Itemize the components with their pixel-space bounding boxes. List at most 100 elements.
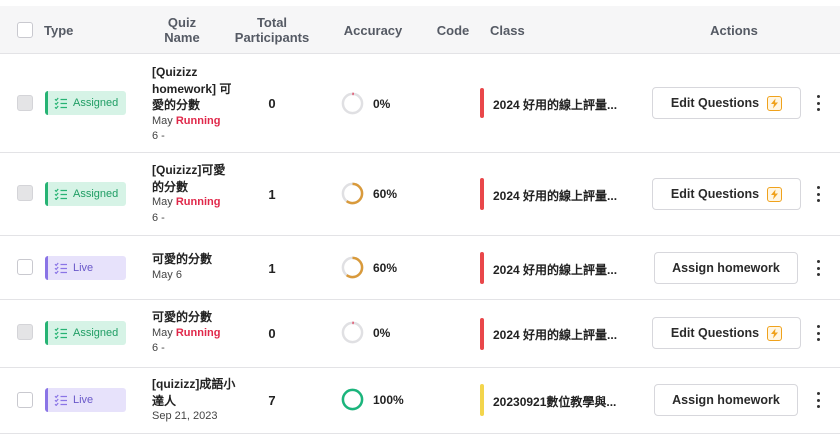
header-class[interactable]: Class bbox=[490, 6, 525, 54]
accuracy-ring-track bbox=[341, 321, 364, 344]
header-type[interactable]: Type bbox=[44, 6, 84, 54]
class-name[interactable]: 2024 好用的線上評量... bbox=[493, 326, 617, 343]
accuracy-ring-fill bbox=[341, 388, 364, 411]
accuracy-value: 0% bbox=[373, 326, 391, 340]
header-code[interactable]: Code bbox=[434, 6, 472, 54]
status-running: Running bbox=[175, 326, 221, 339]
header-quiz-name-line2: Name bbox=[164, 30, 200, 45]
header-accuracy[interactable]: Accuracy bbox=[340, 6, 406, 54]
quiz-name-cell[interactable]: 可愛的分數 May 6 bbox=[152, 251, 236, 283]
type-badge-live: Live bbox=[45, 256, 126, 280]
class-color-bar bbox=[480, 318, 484, 350]
quiz-meta: May Running bbox=[152, 326, 236, 342]
date-prefix: May bbox=[152, 114, 173, 127]
type-badge-assigned: Assigned bbox=[45, 91, 126, 115]
table-row[interactable]: Assigned [Quizizz]可愛的分數 May Running 6 - … bbox=[0, 153, 840, 236]
checklist-icon bbox=[54, 262, 68, 274]
row-checkbox[interactable] bbox=[17, 392, 33, 408]
checklist-icon bbox=[54, 394, 68, 406]
button-label: Edit Questions bbox=[670, 96, 760, 110]
assign-homework-button[interactable]: Assign homework bbox=[654, 384, 798, 416]
button-label: Edit Questions bbox=[670, 326, 760, 340]
class-name[interactable]: 20230921數位教學與... bbox=[493, 393, 616, 410]
participants-count: 7 bbox=[268, 393, 276, 408]
type-label: Assigned bbox=[73, 188, 119, 200]
more-options-icon[interactable] bbox=[812, 186, 824, 202]
header-actions: Actions bbox=[710, 22, 758, 38]
more-options-icon[interactable] bbox=[812, 260, 824, 276]
accuracy-value: 100% bbox=[373, 393, 404, 407]
accuracy-value: 60% bbox=[373, 261, 398, 275]
lightning-icon bbox=[767, 186, 783, 202]
table-row[interactable]: Live [quizizz]成語小達人 Sep 21, 2023 7 100% … bbox=[0, 368, 840, 434]
table-header: Type Quiz Name Total Participants Accura… bbox=[0, 6, 840, 54]
header-participants[interactable]: Total Participants bbox=[228, 6, 316, 54]
row-checkbox[interactable] bbox=[17, 95, 33, 111]
class-color-bar bbox=[480, 178, 484, 210]
quiz-title: [Quizizz homework] 可愛的分數 bbox=[152, 65, 232, 112]
class-name[interactable]: 2024 好用的線上評量... bbox=[493, 96, 617, 113]
status-running: Running bbox=[175, 196, 221, 208]
type-badge-assigned: Assigned bbox=[45, 182, 126, 206]
quiz-name-cell[interactable]: [quizizz]成語小達人 Sep 21, 2023 bbox=[152, 376, 236, 425]
more-options-icon[interactable] bbox=[812, 392, 824, 408]
class-color-bar bbox=[480, 384, 484, 416]
participants-count: 1 bbox=[268, 261, 276, 276]
type-label: Live bbox=[73, 262, 94, 274]
assign-homework-button[interactable]: Assign homework bbox=[654, 252, 798, 284]
more-options-icon[interactable] bbox=[812, 95, 824, 111]
quiz-reports-table: Type Quiz Name Total Participants Accura… bbox=[0, 0, 840, 439]
quiz-title: 可愛的分數 bbox=[152, 252, 213, 266]
type-label: Assigned bbox=[73, 327, 119, 339]
table-row[interactable]: Assigned [Quizizz homework] 可愛的分數 May Ru… bbox=[0, 54, 840, 153]
checklist-icon bbox=[54, 97, 68, 109]
type-badge-assigned: Assigned bbox=[45, 321, 126, 345]
class-name[interactable]: 2024 好用的線上評量... bbox=[493, 187, 617, 204]
header-participants-line2: Participants bbox=[234, 30, 310, 45]
quiz-name-cell[interactable]: [Quizizz]可愛的分數 May Running 6 - bbox=[152, 162, 236, 226]
quiz-title: 可愛的分數 bbox=[152, 310, 213, 324]
table-row[interactable]: Live 可愛的分數 May 6 1 60% 2024 好用的線上評量... A… bbox=[0, 236, 840, 300]
checklist-icon bbox=[54, 327, 68, 339]
checklist-icon bbox=[54, 188, 68, 200]
class-color-bar bbox=[480, 88, 484, 118]
more-options-icon[interactable] bbox=[812, 325, 824, 341]
header-quiz-name[interactable]: Quiz Name bbox=[150, 6, 214, 54]
type-badge-live: Live bbox=[45, 388, 126, 412]
row-checkbox[interactable] bbox=[17, 259, 33, 275]
date-prefix: May bbox=[152, 196, 173, 208]
quiz-title: [quizizz]成語小達人 bbox=[152, 377, 236, 408]
quiz-date: May 6 bbox=[152, 268, 182, 281]
quiz-meta: May Running bbox=[152, 114, 236, 130]
row-checkbox[interactable] bbox=[17, 185, 33, 201]
edit-questions-button[interactable]: Edit Questions bbox=[652, 178, 801, 210]
date-suffix: 6 - bbox=[152, 211, 165, 224]
class-color-bar bbox=[480, 252, 484, 284]
row-checkbox[interactable] bbox=[17, 324, 33, 340]
date-suffix: 6 - bbox=[152, 130, 165, 142]
select-all-checkbox[interactable] bbox=[17, 22, 33, 38]
type-label: Live bbox=[73, 394, 94, 406]
type-label: Assigned bbox=[73, 97, 119, 109]
quiz-date: Sep 21, 2023 bbox=[152, 410, 218, 422]
accuracy-ring bbox=[341, 92, 364, 115]
edit-questions-button[interactable]: Edit Questions bbox=[652, 87, 801, 119]
quiz-meta: May Running bbox=[152, 195, 236, 211]
accuracy-ring bbox=[341, 256, 364, 279]
status-running: Running bbox=[175, 114, 221, 127]
accuracy-value: 0% bbox=[373, 97, 391, 111]
accuracy-ring bbox=[341, 182, 364, 205]
edit-questions-button[interactable]: Edit Questions bbox=[652, 317, 801, 349]
quiz-name-cell[interactable]: 可愛的分數 May Running 6 - bbox=[152, 309, 236, 357]
quiz-name-cell[interactable]: [Quizizz homework] 可愛的分數 May Running 6 - bbox=[152, 64, 236, 145]
accuracy-ring bbox=[341, 388, 364, 411]
date-suffix: 6 - bbox=[152, 342, 165, 354]
lightning-icon bbox=[767, 325, 783, 341]
class-name[interactable]: 2024 好用的線上評量... bbox=[493, 261, 617, 278]
accuracy-ring bbox=[341, 321, 364, 344]
lightning-icon bbox=[767, 95, 783, 111]
accuracy-ring-track bbox=[341, 92, 364, 115]
participants-count: 1 bbox=[268, 187, 276, 202]
table-row[interactable]: Assigned 可愛的分數 May Running 6 - 0 0% 2024… bbox=[0, 300, 840, 368]
button-label: Edit Questions bbox=[670, 187, 760, 201]
